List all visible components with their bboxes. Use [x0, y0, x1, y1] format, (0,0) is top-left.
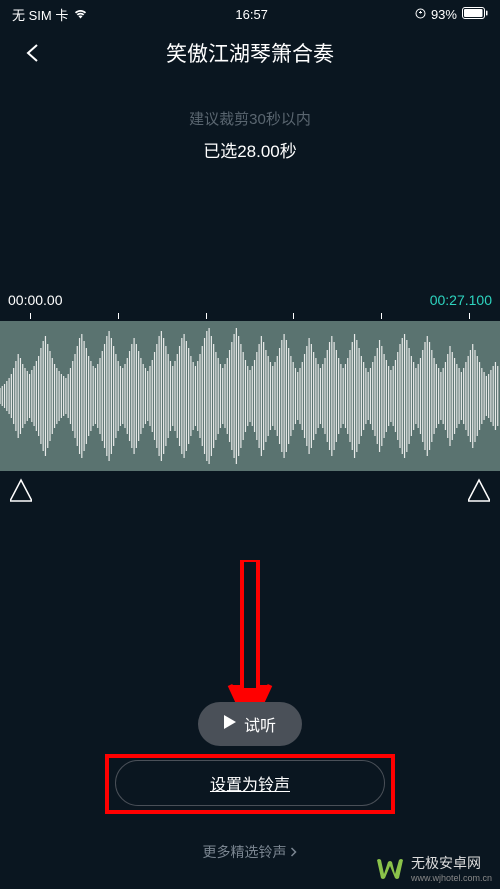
set-ringtone-button[interactable]: 设置为铃声 — [115, 760, 385, 806]
status-right: 93% — [415, 7, 488, 22]
chevron-right-icon — [290, 844, 298, 860]
preview-button[interactable]: 试听 — [198, 702, 302, 746]
sim-status: 无 SIM 卡 — [12, 5, 68, 24]
watermark-text: 无极安卓网 — [411, 853, 492, 873]
wifi-icon — [73, 7, 88, 22]
more-ringtones-label: 更多精选铃声 — [203, 842, 287, 862]
preview-label: 试听 — [244, 712, 276, 736]
end-time: 00:27.100 — [430, 292, 492, 308]
trim-handle-right[interactable] — [468, 475, 490, 503]
back-button[interactable] — [20, 41, 44, 65]
trim-handle-left[interactable] — [10, 475, 32, 503]
more-ringtones-link[interactable]: 更多精选铃声 — [203, 842, 298, 862]
start-time: 00:00.00 — [8, 292, 63, 308]
logo-icon — [375, 856, 405, 880]
nav-bar: 笑傲江湖琴箫合奏 — [0, 28, 500, 78]
time-labels: 00:00.00 00:27.100 — [0, 292, 500, 308]
page-title: 笑傲江湖琴箫合奏 — [166, 38, 334, 68]
waveform-section: 00:00.00 00:27.100 — [0, 292, 500, 471]
waveform[interactable] — [0, 321, 500, 471]
selected-duration: 已选28.00秒 — [0, 137, 500, 162]
watermark-url: www.wjhotel.com.cn — [411, 873, 492, 883]
battery-percent: 93% — [431, 7, 457, 22]
set-ringtone-label: 设置为铃声 — [210, 771, 290, 795]
lock-icon — [415, 7, 426, 22]
time: 16:57 — [235, 7, 268, 22]
info-area: 建议裁剪30秒以内 已选28.00秒 — [0, 108, 500, 162]
trim-hint: 建议裁剪30秒以内 — [0, 108, 500, 129]
ticks — [0, 313, 500, 319]
battery-icon — [462, 7, 488, 22]
watermark: 无极安卓网 www.wjhotel.com.cn — [375, 853, 492, 883]
play-icon — [224, 715, 236, 734]
status-bar: 无 SIM 卡 16:57 93% — [0, 0, 500, 28]
status-left: 无 SIM 卡 — [12, 5, 88, 24]
